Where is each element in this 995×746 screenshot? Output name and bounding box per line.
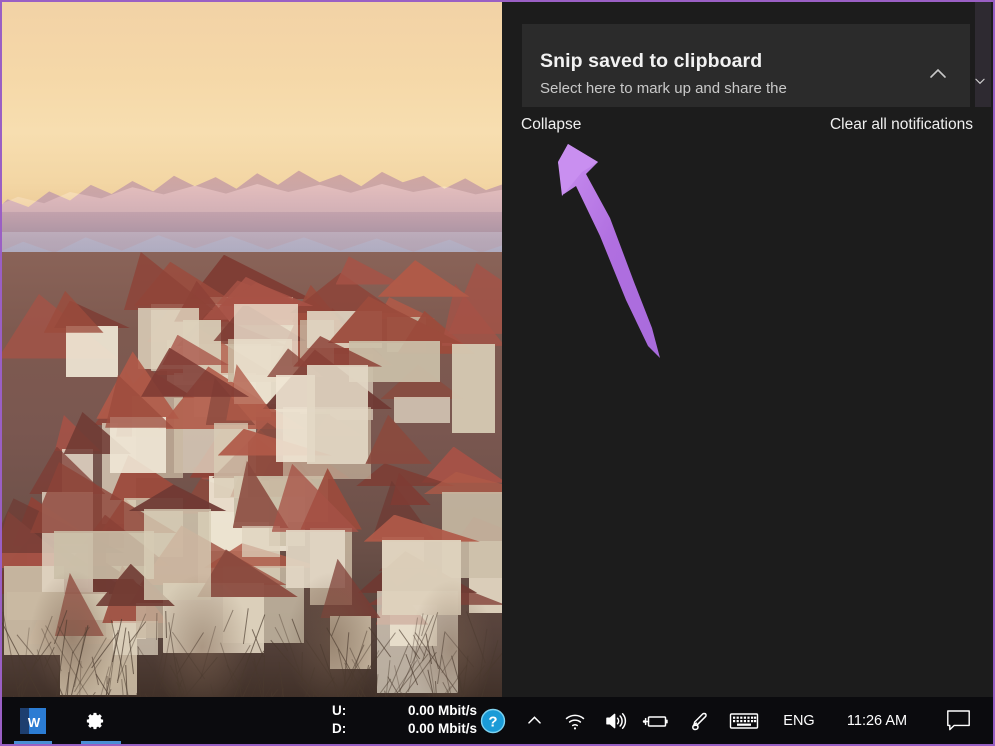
speech-bubble-icon [946, 709, 971, 732]
screen: Snip saved to clipboard Select here to m… [0, 0, 995, 746]
taskbar-app-word[interactable]: W [7, 697, 59, 744]
tray-language[interactable]: ENG [777, 697, 821, 744]
word-icon: W [20, 706, 46, 736]
download-value: 0.00 Mbit/s [407, 721, 477, 736]
network-speed-indicator[interactable]: U: 0.00 Mbit/s D: 0.00 Mbit/s [332, 702, 477, 740]
notification-card[interactable]: Snip saved to clipboard Select here to m… [522, 24, 970, 107]
wifi-icon [563, 709, 587, 733]
chevron-up-icon[interactable] [926, 62, 950, 86]
tray-windows-ink[interactable] [682, 697, 716, 744]
action-center-panel: Snip saved to clipboard Select here to m… [502, 2, 993, 697]
clear-all-notifications-link[interactable]: Clear all notifications [830, 116, 973, 134]
upload-label: U: [332, 703, 347, 718]
notification-scrollbar[interactable] [975, 2, 991, 107]
speaker-icon [603, 709, 627, 733]
taskbar-clock[interactable]: 11:26 AM [832, 697, 922, 744]
pen-icon [687, 709, 711, 733]
collapse-link[interactable]: Collapse [521, 116, 581, 134]
chevron-up-icon [525, 711, 544, 730]
upload-value: 0.00 Mbit/s [407, 703, 477, 718]
taskbar-app-settings[interactable] [68, 697, 121, 744]
battery-charging-icon [642, 709, 670, 733]
taskbar-active-indicator [14, 741, 52, 744]
chevron-down-icon[interactable] [973, 74, 987, 88]
gear-icon [81, 708, 107, 734]
action-center-links: Collapse Clear all notifications [502, 110, 993, 150]
clock-label: 11:26 AM [846, 712, 908, 729]
wallpaper-trees [2, 487, 502, 697]
taskbar: W U: 0.00 Mbit/s D: 0.00 Mbit/s ? ENG 11… [2, 697, 993, 744]
action-center-button[interactable] [937, 697, 979, 744]
svg-text:W: W [28, 715, 41, 730]
taskbar-active-indicator [81, 741, 121, 744]
tray-volume[interactable] [598, 697, 632, 744]
tray-get-help[interactable]: ? [476, 697, 510, 744]
notification-list: Snip saved to clipboard Select here to m… [502, 2, 993, 107]
tray-battery[interactable] [638, 697, 674, 744]
tray-show-hidden-icons[interactable] [518, 697, 550, 744]
notification-title: Snip saved to clipboard [540, 50, 763, 72]
download-label: D: [332, 721, 347, 736]
svg-text:?: ? [488, 713, 497, 730]
tray-network[interactable] [558, 697, 592, 744]
keyboard-icon [729, 710, 759, 732]
notification-subtitle: Select here to mark up and share the [540, 80, 787, 97]
desktop-wallpaper [2, 2, 502, 697]
help-question-icon: ? [480, 708, 506, 734]
tray-touch-keyboard[interactable] [724, 697, 764, 744]
language-label: ENG [783, 712, 815, 729]
wallpaper-town [2, 252, 502, 697]
